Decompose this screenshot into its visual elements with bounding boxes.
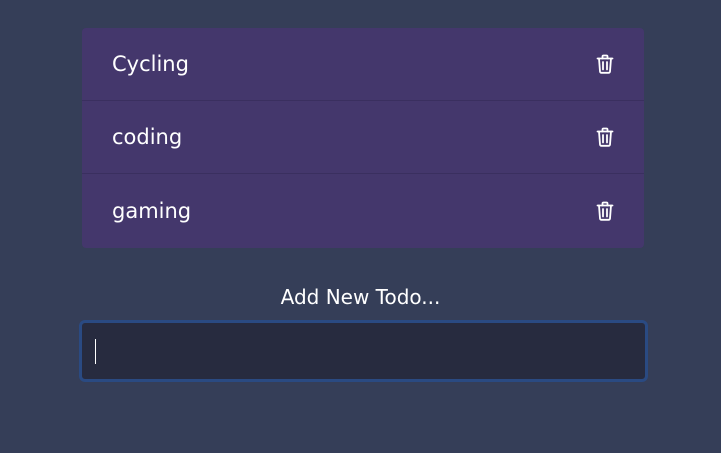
trash-icon[interactable]	[596, 54, 614, 74]
text-cursor	[95, 339, 96, 364]
todo-text: Cycling	[112, 51, 189, 76]
todo-list: Cycling coding gaming	[82, 28, 644, 248]
todo-text: coding	[112, 124, 183, 149]
trash-icon[interactable]	[596, 201, 614, 221]
trash-icon[interactable]	[596, 127, 614, 147]
list-item: coding	[82, 101, 644, 174]
new-todo-input[interactable]	[79, 320, 648, 382]
list-item: Cycling	[82, 28, 644, 101]
list-item: gaming	[82, 174, 644, 248]
todo-text: gaming	[112, 198, 192, 223]
add-todo-label: Add New Todo...	[280, 285, 441, 309]
